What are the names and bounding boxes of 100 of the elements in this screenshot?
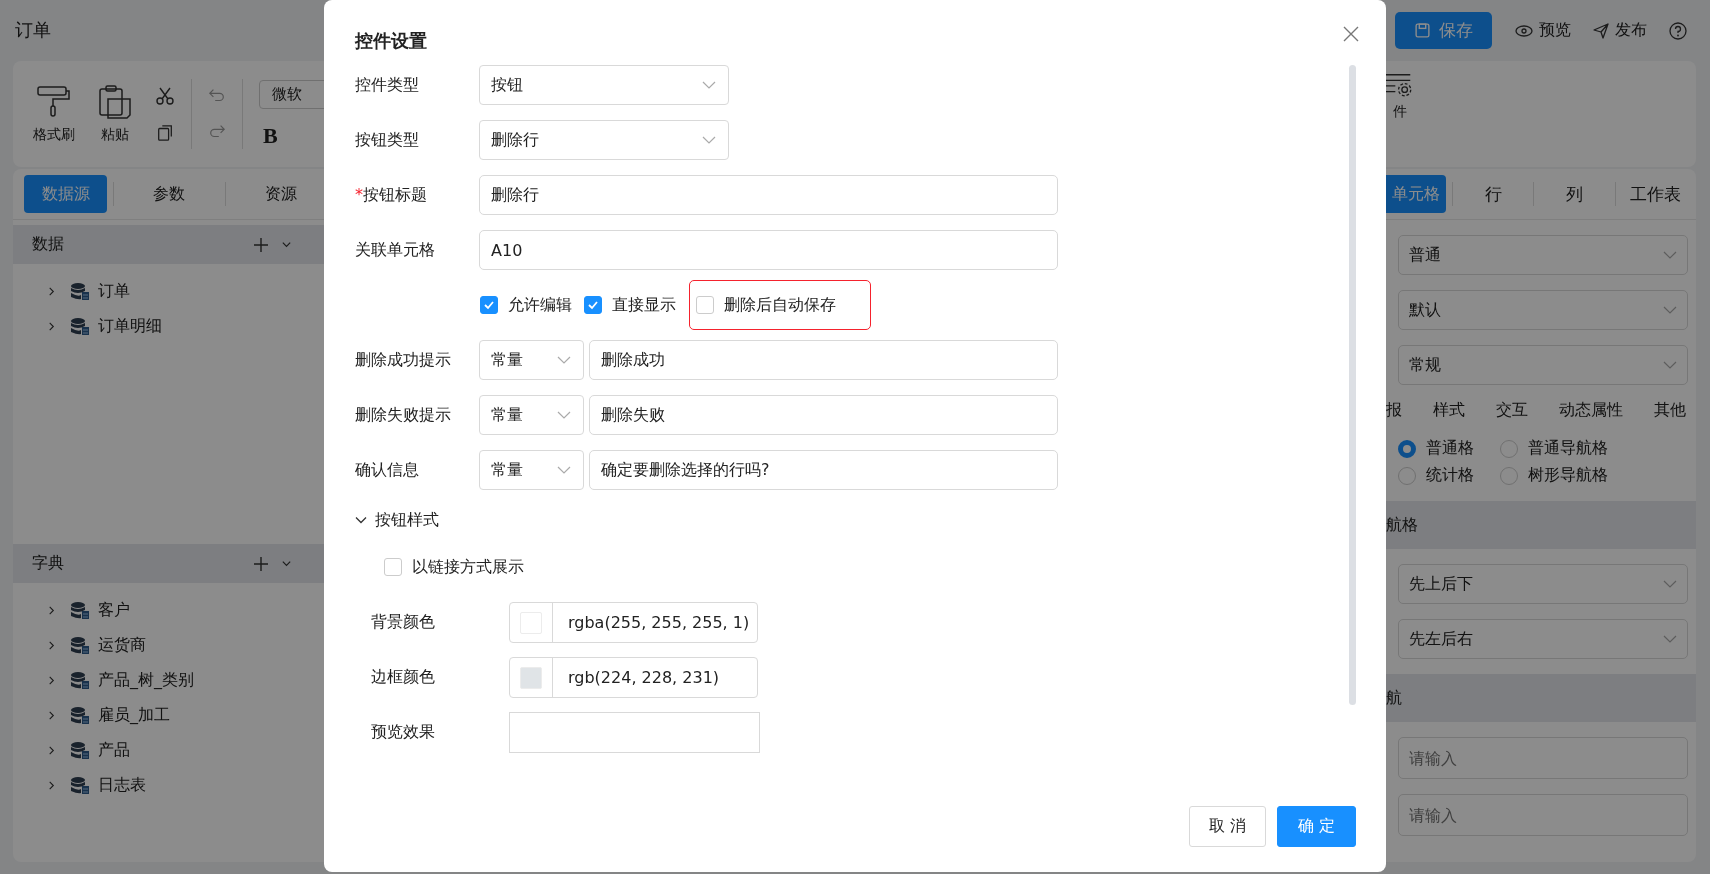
input-field[interactable]: 删除成功 [589, 340, 1058, 380]
field-label: *按钮标题 [355, 184, 427, 204]
close-icon[interactable] [1343, 26, 1359, 42]
chevron-right-icon[interactable] [47, 676, 56, 685]
chevron-right-icon[interactable] [47, 781, 56, 790]
panel-tab[interactable]: 行 [1459, 175, 1528, 213]
paste-button[interactable]: 粘贴 [91, 76, 139, 152]
chevron-down-icon[interactable] [355, 514, 367, 526]
panel-tab[interactable]: 动态属性 [1559, 400, 1623, 421]
radio-option[interactable]: 统计格 [1398, 465, 1500, 486]
select-field[interactable]: 按钮 [479, 65, 729, 105]
database-icon [70, 775, 90, 796]
cancel-button[interactable]: 取 消 [1189, 806, 1266, 847]
checkbox-box[interactable] [696, 296, 714, 314]
radio-option[interactable]: 普通格 [1398, 438, 1500, 459]
tree-item[interactable]: 产品 [13, 733, 340, 768]
field-label: 删除失败提示 [355, 404, 451, 424]
tree-label: 产品 [98, 740, 130, 761]
chevron-down-icon [557, 356, 571, 364]
chevron-down-icon[interactable] [281, 558, 292, 569]
color-field[interactable]: rgb(224, 228, 231) [509, 657, 758, 698]
event-button[interactable]: 件 [1386, 61, 1414, 121]
field-label: 删除成功提示 [355, 349, 451, 369]
radio-option[interactable]: 普通导航格 [1500, 438, 1688, 459]
checkbox-box[interactable] [480, 296, 498, 314]
database-icon [70, 705, 90, 726]
select-field[interactable]: 默认 [1398, 290, 1688, 330]
panel-tab[interactable]: 交互 [1496, 400, 1528, 421]
checkbox-box[interactable] [384, 558, 402, 576]
input-field[interactable]: 删除失败 [589, 395, 1058, 435]
select-field[interactable]: 常量 [479, 340, 584, 380]
tree-item[interactable]: 订单明细 [13, 309, 340, 344]
tree-label: 订单 [98, 281, 130, 302]
preview-button[interactable]: 预览 [1515, 20, 1571, 41]
chevron-down-icon [702, 81, 716, 89]
tree-item[interactable]: 雇员_加工 [13, 698, 340, 733]
checkbox[interactable]: 允许编辑 [480, 294, 572, 316]
copy-icon[interactable] [156, 124, 174, 142]
input-field[interactable]: 删除行 [479, 175, 1058, 215]
chevron-right-icon[interactable] [47, 287, 56, 296]
input-field[interactable]: 请输入 [1398, 794, 1688, 836]
database-icon [70, 600, 90, 621]
select-field[interactable]: 常量 [479, 395, 584, 435]
chevron-right-icon[interactable] [47, 322, 56, 331]
tree-item[interactable]: 订单 [13, 274, 340, 309]
select-field[interactable]: 常量 [479, 450, 584, 490]
tree-label: 客户 [98, 600, 130, 621]
input-field[interactable]: A10 [479, 230, 1058, 270]
tree-item[interactable]: 日志表 [13, 768, 340, 803]
chevron-down-icon [557, 411, 571, 419]
panel-tab[interactable]: 样式 [1433, 400, 1465, 421]
tree-item[interactable]: 产品_树_类别 [13, 663, 340, 698]
database-icon [70, 281, 90, 302]
chevron-down-icon [557, 466, 571, 474]
scissors-icon[interactable] [155, 86, 175, 106]
section-toggle[interactable]: 按钮样式 [355, 505, 1386, 535]
add-icon[interactable] [253, 236, 269, 253]
panel-tab[interactable]: 参数 [120, 175, 219, 213]
tree-item[interactable]: 运货商 [13, 628, 340, 663]
chevron-right-icon[interactable] [47, 746, 56, 755]
select-field[interactable]: 先上后下 [1398, 564, 1688, 604]
panel-tab[interactable]: 其他 [1654, 400, 1686, 421]
select-field[interactable]: 常规 [1398, 345, 1688, 385]
field-label: 背景颜色 [371, 612, 436, 633]
panel-tab[interactable]: 工作表 [1621, 175, 1690, 213]
list-gear-icon [1386, 71, 1414, 99]
field-label: 关联单元格 [355, 239, 435, 259]
chevron-down-icon [1663, 580, 1677, 588]
chevron-right-icon[interactable] [47, 711, 56, 720]
select-field[interactable]: 普通 [1398, 235, 1688, 275]
paper-plane-icon [1593, 22, 1609, 39]
chevron-down-icon [1663, 361, 1677, 369]
checkbox-box[interactable] [584, 296, 602, 314]
add-icon[interactable] [253, 555, 269, 572]
panel-tab[interactable]: 资源 [231, 175, 330, 213]
radio-option[interactable]: 树形导航格 [1500, 465, 1688, 486]
panel-tab[interactable]: 列 [1540, 175, 1609, 213]
chevron-right-icon[interactable] [47, 641, 56, 650]
tree-label: 订单明细 [98, 316, 162, 337]
publish-button[interactable]: 发布 [1593, 20, 1647, 41]
section-title: 数据 [32, 234, 65, 255]
document-title: 订单 [15, 17, 51, 42]
section-title: 航格 [1386, 514, 1418, 536]
color-swatch[interactable] [520, 666, 542, 689]
panel-tab[interactable]: 报 [1386, 400, 1402, 421]
checkbox[interactable]: 以链接方式展示 [384, 552, 1386, 582]
select-field[interactable]: 先左后右 [1398, 619, 1688, 659]
chevron-down-icon[interactable] [281, 239, 292, 250]
confirm-button[interactable]: 确 定 [1277, 806, 1356, 847]
chevron-right-icon[interactable] [47, 606, 56, 615]
scrollbar[interactable] [1349, 65, 1356, 705]
format-painter-button[interactable]: 格式刷 [27, 76, 81, 152]
input-field[interactable]: 请输入 [1398, 737, 1688, 779]
tree-item[interactable]: 客户 [13, 593, 340, 628]
color-field[interactable]: rgba(255, 255, 255, 1) [509, 602, 758, 643]
checkbox[interactable]: 直接显示 [584, 294, 676, 316]
input-field[interactable]: 确定要删除选择的行吗? [589, 450, 1058, 490]
tree-label: 运货商 [98, 635, 146, 656]
help-icon[interactable] [1669, 21, 1687, 40]
select-field[interactable]: 删除行 [479, 120, 729, 160]
